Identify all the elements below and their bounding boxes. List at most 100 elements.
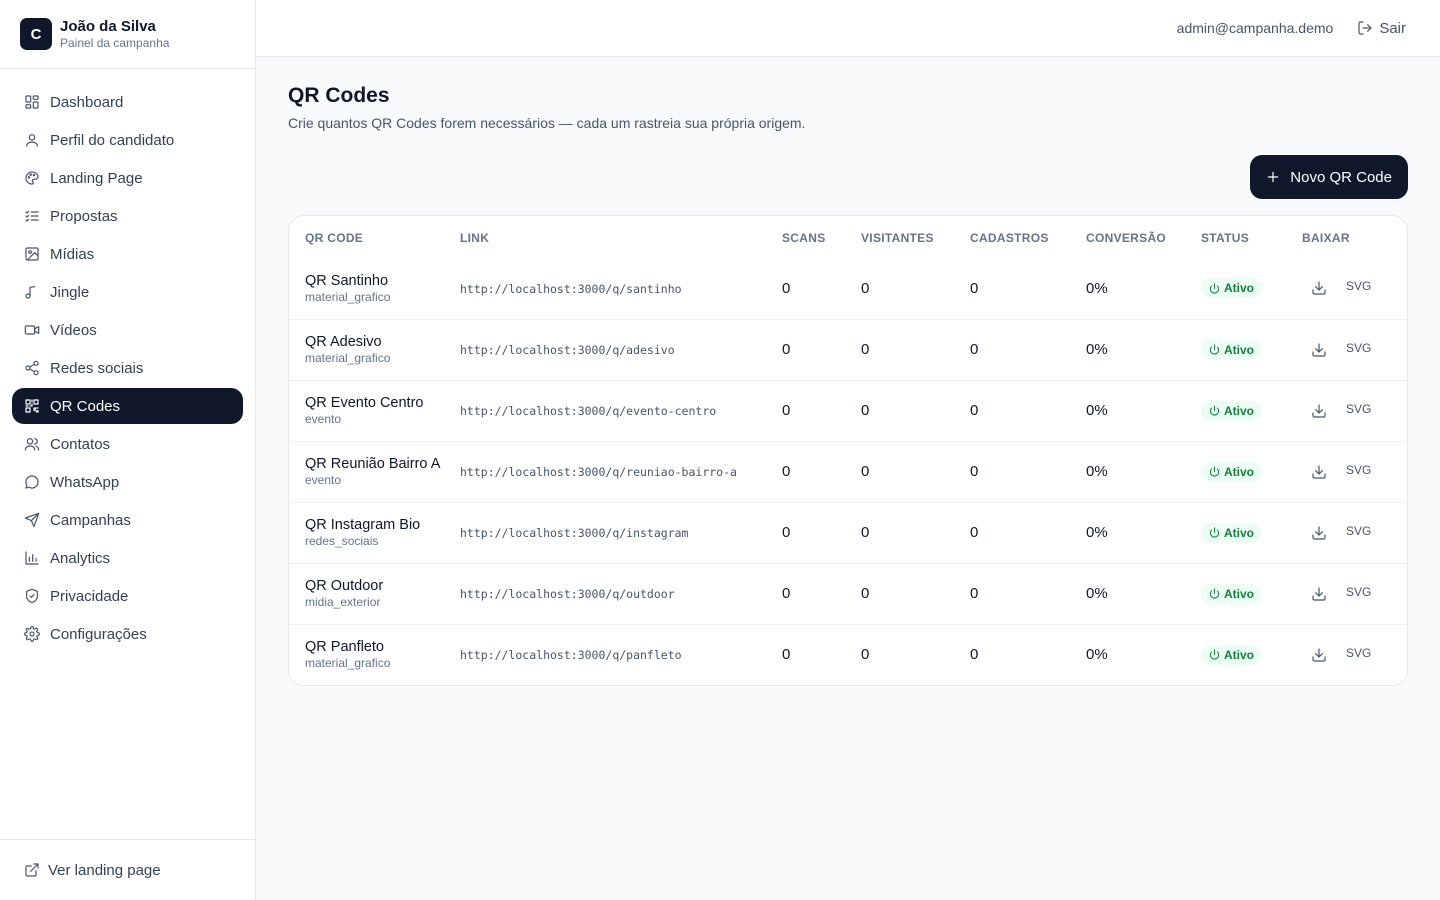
palette-icon xyxy=(24,170,40,186)
download-button[interactable] xyxy=(1304,579,1334,609)
plus-icon xyxy=(1268,171,1279,183)
logout-icon xyxy=(1358,21,1372,35)
conversao-cell: 0% xyxy=(1086,318,1201,380)
sidebar-item-videos[interactable]: Vídeos xyxy=(12,312,243,348)
scans-cell: 0 xyxy=(782,440,861,502)
qr-link[interactable]: http://localhost:3000/q/instagram xyxy=(460,526,688,540)
download-svg-link[interactable]: SVG xyxy=(1346,341,1371,355)
power-icon xyxy=(1209,283,1220,294)
sidebar-item-perfil[interactable]: Perfil do candidato xyxy=(12,122,243,158)
download-button[interactable] xyxy=(1304,457,1334,487)
sidebar-item-configuracoes[interactable]: Configurações xyxy=(12,616,243,652)
download-svg-link[interactable]: SVG xyxy=(1346,402,1371,416)
sidebar-item-label: Contatos xyxy=(50,435,111,453)
view-landing-page-link[interactable]: Ver landing page xyxy=(0,839,255,900)
download-svg-link[interactable]: SVG xyxy=(1346,646,1371,660)
conversao-cell: 0% xyxy=(1086,623,1201,685)
qr-name: QR Panfleto xyxy=(305,639,384,656)
visitantes-cell: 0 xyxy=(861,562,970,624)
new-qr-code-label: Novo QR Code xyxy=(1290,168,1392,186)
visitantes-cell: 0 xyxy=(861,379,970,441)
scans-cell: 0 xyxy=(782,379,861,441)
cadastros-cell: 0 xyxy=(970,562,1086,624)
qr-type: material_grafico xyxy=(305,351,391,365)
sidebar-item-contatos[interactable]: Contatos xyxy=(12,426,243,462)
cadastros-cell: 0 xyxy=(970,440,1086,502)
status-badge: Ativo xyxy=(1201,644,1261,665)
status-badge: Ativo xyxy=(1201,278,1261,299)
send-icon xyxy=(24,512,40,528)
external-link-icon xyxy=(25,863,39,877)
qr-name: QR Santinho xyxy=(305,272,389,289)
cadastros-cell: 0 xyxy=(970,318,1086,380)
download-icon xyxy=(1312,586,1326,601)
sidebar-item-midias[interactable]: Mídias xyxy=(12,236,243,272)
video-icon xyxy=(24,322,40,338)
sidebar-item-redes-sociais[interactable]: Redes sociais xyxy=(12,350,243,386)
users-icon xyxy=(24,436,40,452)
qr-name: QR Outdoor xyxy=(305,578,384,594)
status-badge: Ativo xyxy=(1201,461,1261,482)
download-button[interactable] xyxy=(1304,396,1334,426)
sidebar-item-privacidade[interactable]: Privacidade xyxy=(12,578,243,614)
sidebar-item-label: Propostas xyxy=(50,207,118,225)
view-landing-page-label: Ver landing page xyxy=(48,861,161,879)
sidebar-item-qr-codes[interactable]: QR Codes xyxy=(12,388,243,424)
download-button[interactable] xyxy=(1304,273,1334,303)
page-subtitle: Crie quantos QR Codes forem necessários … xyxy=(288,115,806,131)
status-badge: Ativo xyxy=(1201,522,1261,543)
qr-name: QR Evento Centro xyxy=(305,395,424,411)
status-badge: Ativo xyxy=(1201,339,1261,360)
column-header: LINK xyxy=(460,231,490,245)
download-button[interactable] xyxy=(1304,335,1334,365)
qr-type: midia_exterior xyxy=(305,595,381,609)
table-row: QR Instagram Bio redes_sociais http://lo… xyxy=(289,501,1407,563)
qr-link[interactable]: http://localhost:3000/q/outdoor xyxy=(460,587,675,601)
new-qr-code-button[interactable]: Novo QR Code xyxy=(1250,155,1408,199)
qr-link[interactable]: http://localhost:3000/q/adesivo xyxy=(460,343,675,357)
qr-link[interactable]: http://localhost:3000/q/panfleto xyxy=(460,648,682,662)
download-svg-link[interactable]: SVG xyxy=(1346,585,1371,599)
share-icon xyxy=(24,360,40,376)
sidebar-item-analytics[interactable]: Analytics xyxy=(12,540,243,576)
dashboard-icon xyxy=(24,94,40,110)
sidebar-item-label: Mídias xyxy=(50,245,95,263)
qr-link[interactable]: http://localhost:3000/q/reuniao-bairro-a xyxy=(460,465,737,479)
column-header: BAIXAR xyxy=(1302,231,1350,245)
qr-name: QR Adesivo xyxy=(305,334,382,350)
cadastros-cell: 0 xyxy=(970,501,1086,563)
logout-button[interactable]: Sair xyxy=(1357,20,1406,37)
qr-type: material_grafico xyxy=(305,289,391,304)
qr-type: redes_sociais xyxy=(305,534,379,548)
sidebar-item-landing-page[interactable]: Landing Page xyxy=(12,160,243,196)
column-header: CADASTROS xyxy=(970,231,1049,245)
download-button[interactable] xyxy=(1304,640,1334,670)
download-icon xyxy=(1312,403,1326,418)
status-badge: Ativo xyxy=(1201,583,1261,604)
conversao-cell: 0% xyxy=(1086,440,1201,502)
qr-codes-table: QR CODE LINK SCANS VISITANTES CADASTROS … xyxy=(288,215,1408,686)
sidebar-item-propostas[interactable]: Propostas xyxy=(12,198,243,234)
qr-link[interactable]: http://localhost:3000/q/santinho xyxy=(460,282,682,296)
brand-logo: C xyxy=(20,18,52,50)
sidebar-item-label: Dashboard xyxy=(50,93,124,111)
download-svg-link[interactable]: SVG xyxy=(1346,279,1371,293)
sidebar-item-jingle[interactable]: Jingle xyxy=(12,274,243,310)
power-icon xyxy=(1209,527,1220,538)
sidebar-item-dashboard[interactable]: Dashboard xyxy=(12,84,243,120)
status-badge: Ativo xyxy=(1201,400,1261,421)
download-svg-link[interactable]: SVG xyxy=(1346,463,1371,477)
download-icon xyxy=(1312,281,1326,295)
sidebar-item-campanhas[interactable]: Campanhas xyxy=(12,502,243,538)
scans-cell: 0 xyxy=(782,562,861,624)
conversao-cell: 0% xyxy=(1086,501,1201,563)
sidebar-nav: Dashboard Perfil do candidato Landing Pa… xyxy=(0,69,255,652)
qr-link[interactable]: http://localhost:3000/q/evento-centro xyxy=(460,404,716,418)
visitantes-cell: 0 xyxy=(861,318,970,380)
download-svg-link[interactable]: SVG xyxy=(1346,524,1371,538)
sidebar: C João da Silva Painel da campanha Dashb… xyxy=(0,0,256,900)
page-title: QR Codes xyxy=(288,84,390,107)
bar-chart-icon xyxy=(24,550,40,566)
download-button[interactable] xyxy=(1304,518,1334,548)
sidebar-item-whatsapp[interactable]: WhatsApp xyxy=(12,464,243,500)
